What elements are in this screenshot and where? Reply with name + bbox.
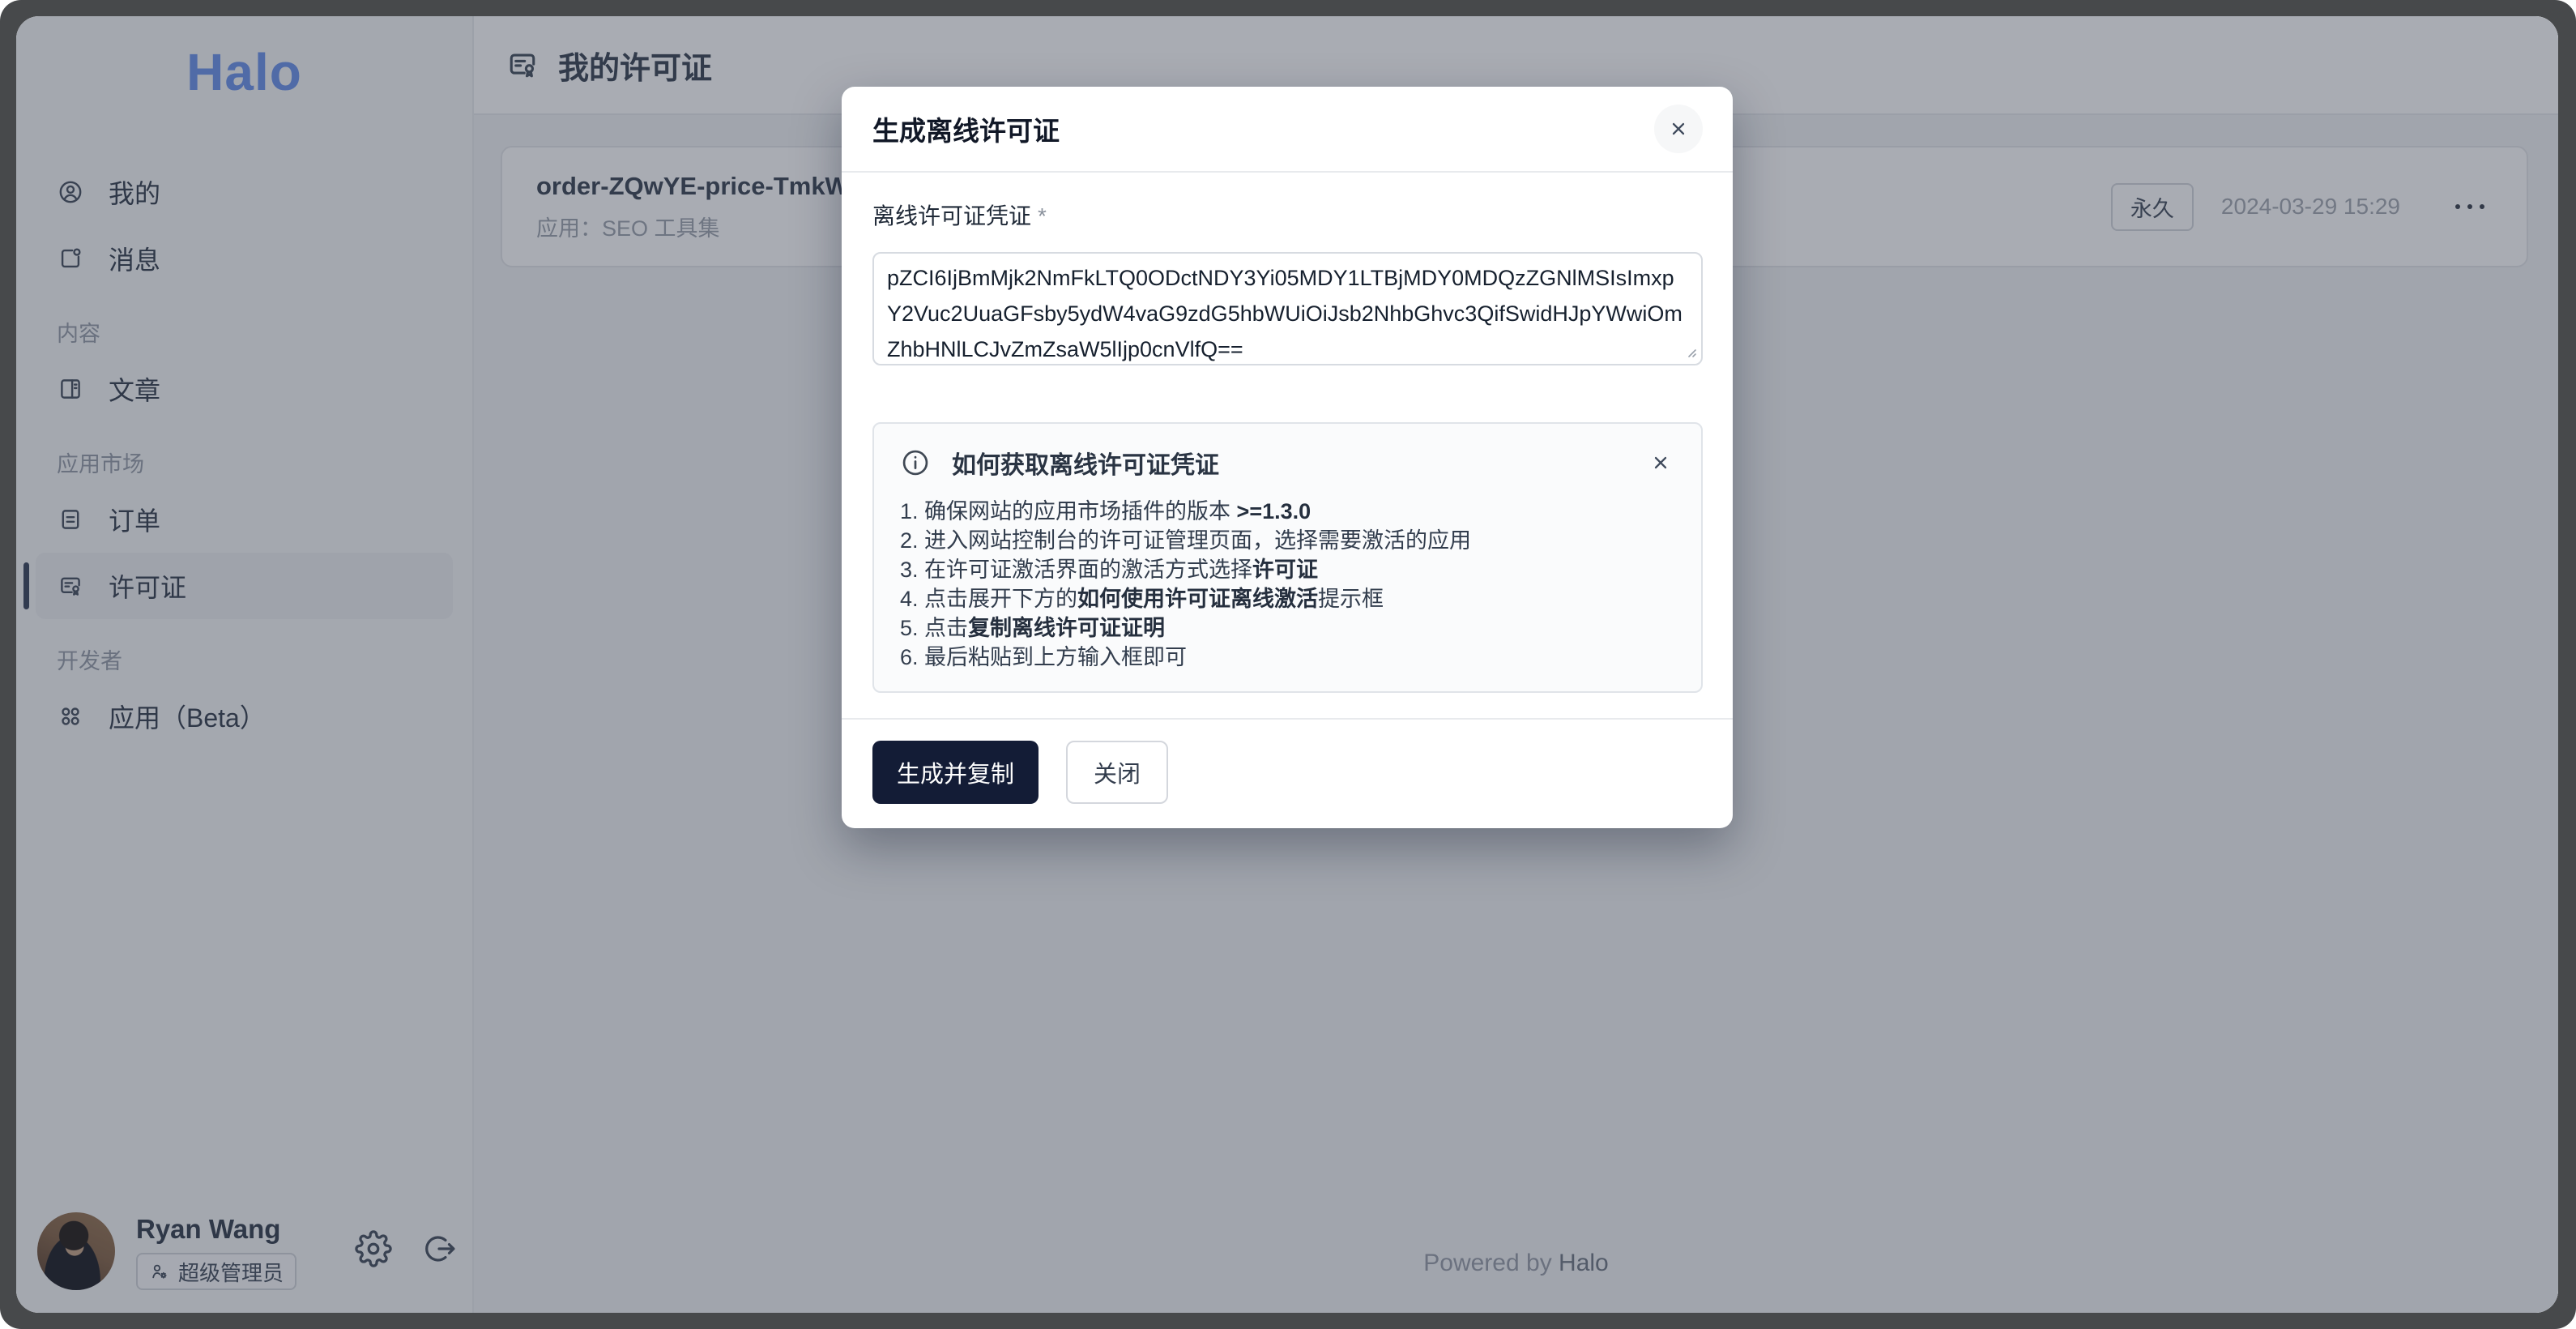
- resize-handle-icon[interactable]: [1683, 344, 1698, 359]
- field-label: 离线许可证凭证 *: [872, 200, 1703, 233]
- close-icon: [1668, 118, 1689, 139]
- info-panel-header: 如何获取离线许可证凭证: [900, 445, 1677, 481]
- app-window: Halo 我的消息内容文章应用市场订单许可证开发者应用（Beta） Ryan W…: [16, 16, 2558, 1313]
- instruction-step: 6. 最后粘贴到上方输入框即可: [900, 643, 1677, 672]
- license-key-textarea[interactable]: pZCI6IjBmMjk2NmFkLTQ0ODctNDY3Yi05MDY1LTB…: [872, 252, 1703, 365]
- close-icon: [1650, 452, 1671, 473]
- info-icon: [900, 447, 931, 478]
- close-button[interactable]: 关闭: [1066, 741, 1168, 804]
- generate-offline-license-modal: 生成离线许可证 离线许可证凭证 * pZCI6IjBmMjk2NmFkLTQ0OD…: [842, 87, 1733, 828]
- modal-footer: 生成并复制 关闭: [842, 718, 1733, 828]
- screen: Halo 我的消息内容文章应用市场订单许可证开发者应用（Beta） Ryan W…: [0, 0, 2576, 1329]
- field-label-text: 离线许可证凭证: [872, 203, 1031, 229]
- modal-title: 生成离线许可证: [872, 109, 1060, 148]
- info-panel-close-button[interactable]: [1644, 447, 1677, 479]
- instruction-step: 2. 进入网站控制台的许可证管理页面，选择需要激活的应用: [900, 526, 1677, 555]
- modal-header: 生成离线许可证: [842, 87, 1733, 173]
- info-panel-title: 如何获取离线许可证凭证: [952, 445, 1644, 481]
- generate-and-copy-button[interactable]: 生成并复制: [872, 741, 1039, 804]
- modal-body: 离线许可证凭证 * pZCI6IjBmMjk2NmFkLTQ0ODctNDY3Yi…: [842, 173, 1733, 718]
- instruction-step: 3. 在许可证激活界面的激活方式选择许可证: [900, 555, 1677, 584]
- modal-close-button[interactable]: [1654, 105, 1703, 153]
- instruction-steps: 1. 确保网站的应用市场插件的版本 >=1.3.02. 进入网站控制台的许可证管…: [900, 497, 1677, 672]
- instruction-step: 1. 确保网站的应用市场插件的版本 >=1.3.0: [900, 497, 1677, 526]
- instruction-step: 4. 点击展开下方的如何使用许可证离线激活提示框: [900, 584, 1677, 613]
- textarea-wrapper: pZCI6IjBmMjk2NmFkLTQ0ODctNDY3Yi05MDY1LTB…: [872, 252, 1703, 365]
- required-mark: *: [1038, 203, 1047, 229]
- instruction-step: 5. 点击复制离线许可证证明: [900, 613, 1677, 643]
- info-panel: 如何获取离线许可证凭证 1. 确保网站的应用市场插件的版本 >=1.3.02. …: [872, 422, 1703, 693]
